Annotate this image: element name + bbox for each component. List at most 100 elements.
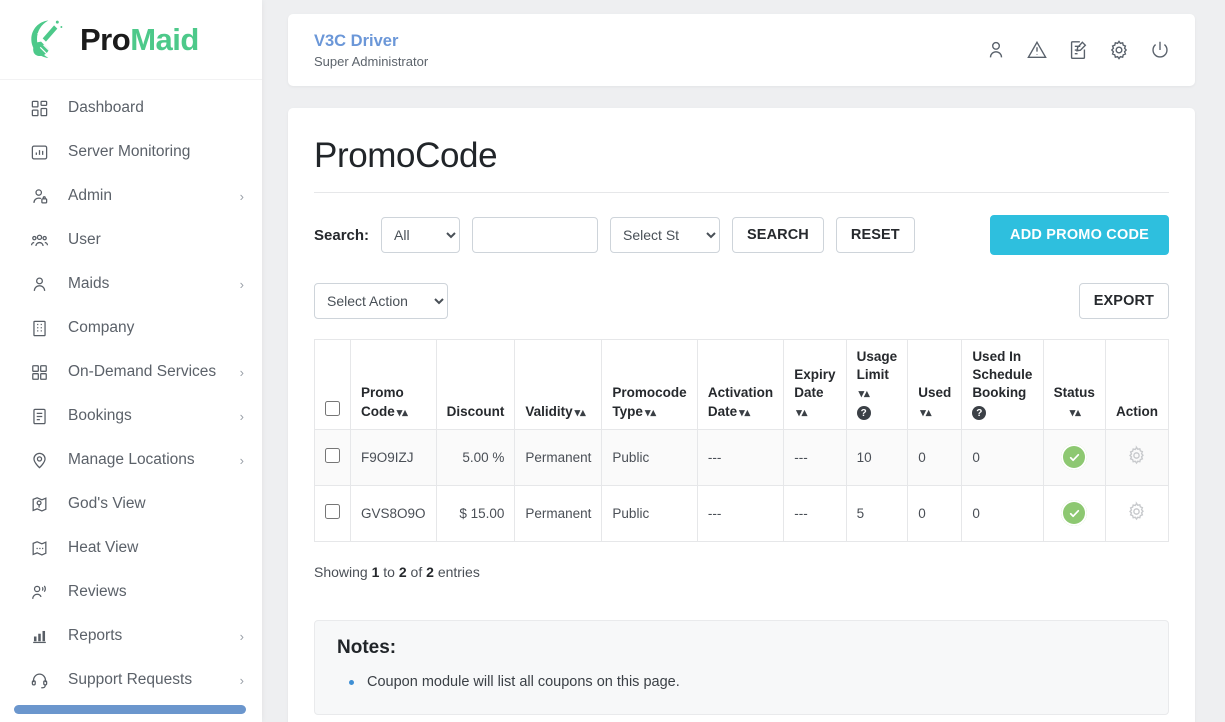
- power-logout-icon[interactable]: [1149, 39, 1171, 61]
- page-title: PromoCode: [314, 136, 1169, 193]
- sidebar-item-reviews[interactable]: Reviews: [0, 570, 262, 614]
- sidebar-item-dashboard[interactable]: Dashboard: [0, 86, 262, 130]
- reset-button[interactable]: RESET: [835, 217, 915, 253]
- add-promo-code-button[interactable]: ADD PROMO CODE: [990, 215, 1169, 255]
- th-discount: Discount: [435, 339, 516, 430]
- help-question-icon[interactable]: ?: [856, 406, 871, 421]
- cell-discount: 5.00 %: [435, 428, 516, 486]
- sidebar-item-heat-view[interactable]: Heat View: [0, 526, 262, 570]
- th-usage-limit[interactable]: Usage Limit ▾▴ ?: [845, 339, 909, 430]
- map-eye-icon: [28, 493, 50, 515]
- sidebar-item-label: User: [68, 231, 101, 248]
- sidebar-item-label: Server Monitoring: [68, 143, 191, 160]
- th-promocode-type[interactable]: Promocode Type ▾▴: [601, 339, 698, 430]
- export-button[interactable]: EXPORT: [1078, 283, 1169, 319]
- sidebar-item-user[interactable]: User: [0, 218, 262, 262]
- topbar-user-name[interactable]: V3C Driver: [314, 31, 985, 52]
- cell-expiry-date: ---: [783, 484, 847, 542]
- notes-panel: Notes: Coupon module will list all coupo…: [314, 619, 1169, 715]
- chart-monitor-icon: [28, 141, 50, 163]
- cell-used-in-schedule: 0: [961, 484, 1044, 542]
- gear-settings-icon[interactable]: [1108, 39, 1130, 61]
- th-label: Validity: [525, 403, 573, 419]
- users-group-icon: [28, 229, 50, 251]
- sidebar-item-gods-view[interactable]: God's View: [0, 482, 262, 526]
- help-question-icon[interactable]: ?: [972, 406, 987, 421]
- table-header-row: Promo Code ▾▴ Discount Validity ▾▴ Promoco…: [314, 339, 1170, 430]
- status-filter-select[interactable]: Select Status: [610, 217, 721, 253]
- bulk-action-toolbar: Select Action EXPORT: [314, 283, 1169, 319]
- th-label: Discount: [446, 403, 505, 419]
- sort-icon: ▾▴: [396, 406, 408, 419]
- select-all-checkbox[interactable]: [325, 400, 340, 416]
- user-voice-icon: [28, 581, 50, 603]
- profile-icon[interactable]: [985, 39, 1007, 61]
- grid-squares-icon: [28, 361, 50, 383]
- table-body: F9O9IZJ 5.00 % Permanent Public --- --- …: [314, 428, 1170, 542]
- filter-toolbar: Search: All Select Status SEARCH RESET A…: [314, 215, 1169, 255]
- search-button[interactable]: SEARCH: [732, 217, 824, 253]
- sidebar-item-label: God's View: [68, 495, 146, 512]
- sidebar-item-label: Dashboard: [68, 99, 144, 116]
- sidebar-item-label: Admin: [68, 187, 112, 204]
- table-row: GVS8O9O $ 15.00 Permanent Public --- ---…: [314, 484, 1170, 542]
- check-circle-icon[interactable]: [1061, 444, 1088, 471]
- sidebar-item-server-monitoring[interactable]: Server Monitoring: [0, 130, 262, 174]
- brand-name-maid: Maid: [130, 21, 199, 57]
- search-input[interactable]: [472, 217, 599, 253]
- th-label: Used: [918, 385, 952, 401]
- chevron-right-icon: ›: [239, 276, 244, 292]
- gear-icon[interactable]: [1126, 445, 1147, 466]
- check-circle-icon[interactable]: [1061, 500, 1088, 527]
- grid-dashboard-icon: [28, 97, 50, 119]
- edit-note-icon[interactable]: [1067, 39, 1089, 61]
- notes-list: Coupon module will list all coupons on t…: [337, 669, 1146, 696]
- showing-from: 1: [371, 563, 380, 580]
- sidebar-item-label: Heat View: [68, 539, 139, 556]
- sidebar-item-bookings[interactable]: Bookings ›: [0, 394, 262, 438]
- th-promo-code[interactable]: Promo Code ▾▴: [350, 339, 437, 430]
- th-used-in-schedule-booking: Used In Schedule Booking ?: [961, 339, 1044, 430]
- building-icon: [28, 317, 50, 339]
- chevron-right-icon: ›: [239, 452, 244, 468]
- th-expiry-date[interactable]: Expiry Date ▾▴: [783, 339, 847, 430]
- showing-prefix: Showing: [314, 563, 368, 580]
- sidebar-item-label: Bookings: [68, 407, 132, 424]
- cell-used: 0: [907, 484, 963, 542]
- sidebar-item-on-demand-services[interactable]: On-Demand Services ›: [0, 350, 262, 394]
- showing-suffix: entries: [437, 563, 480, 580]
- chevron-right-icon: ›: [239, 672, 244, 688]
- sidebar-item-company[interactable]: Company: [0, 306, 262, 350]
- th-used[interactable]: Used ▾▴: [907, 339, 963, 430]
- row-checkbox[interactable]: [325, 504, 340, 520]
- cell-action: [1104, 428, 1170, 486]
- sidebar-nav: Dashboard Server Monitoring Admin › User…: [0, 80, 262, 702]
- sidebar-item-manage-locations[interactable]: Manage Locations ›: [0, 438, 262, 482]
- list-item: Coupon module will list all coupons on t…: [337, 669, 1146, 696]
- table-head: Promo Code ▾▴ Discount Validity ▾▴ Promoco…: [314, 339, 1170, 430]
- map-heat-icon: [28, 537, 50, 559]
- th-validity[interactable]: Validity ▾▴: [514, 339, 603, 430]
- th-label: Used In Schedule Booking: [972, 349, 1033, 401]
- cell-activation-date: ---: [696, 484, 785, 542]
- sidebar-item-admin[interactable]: Admin ›: [0, 174, 262, 218]
- warning-triangle-icon[interactable]: [1026, 39, 1048, 61]
- headset-icon: [28, 669, 50, 691]
- sidebar-item-maids[interactable]: Maids ›: [0, 262, 262, 306]
- cell-validity: Permanent: [514, 484, 603, 542]
- sort-icon: ▾▴: [920, 406, 932, 419]
- th-activation-date[interactable]: Activation Date ▾▴: [696, 339, 785, 430]
- sidebar-item-reports[interactable]: Reports ›: [0, 614, 262, 658]
- sidebar-item-support-requests[interactable]: Support Requests ›: [0, 658, 262, 702]
- chevron-right-icon: ›: [239, 188, 244, 204]
- row-checkbox[interactable]: [325, 448, 340, 464]
- bulk-action-select[interactable]: Select Action: [314, 283, 448, 319]
- brand-logo[interactable]: ProMaid: [0, 0, 262, 80]
- th-status[interactable]: Status ▾▴: [1042, 339, 1106, 430]
- sort-icon: ▾▴: [796, 406, 808, 419]
- sidebar-horizontal-scrollbar[interactable]: [14, 705, 246, 714]
- promocode-card: PromoCode Search: All Select Status SEAR…: [288, 108, 1195, 722]
- gear-icon[interactable]: [1126, 501, 1147, 522]
- search-field-select[interactable]: All: [381, 217, 461, 253]
- th-label: Usage Limit: [856, 349, 898, 383]
